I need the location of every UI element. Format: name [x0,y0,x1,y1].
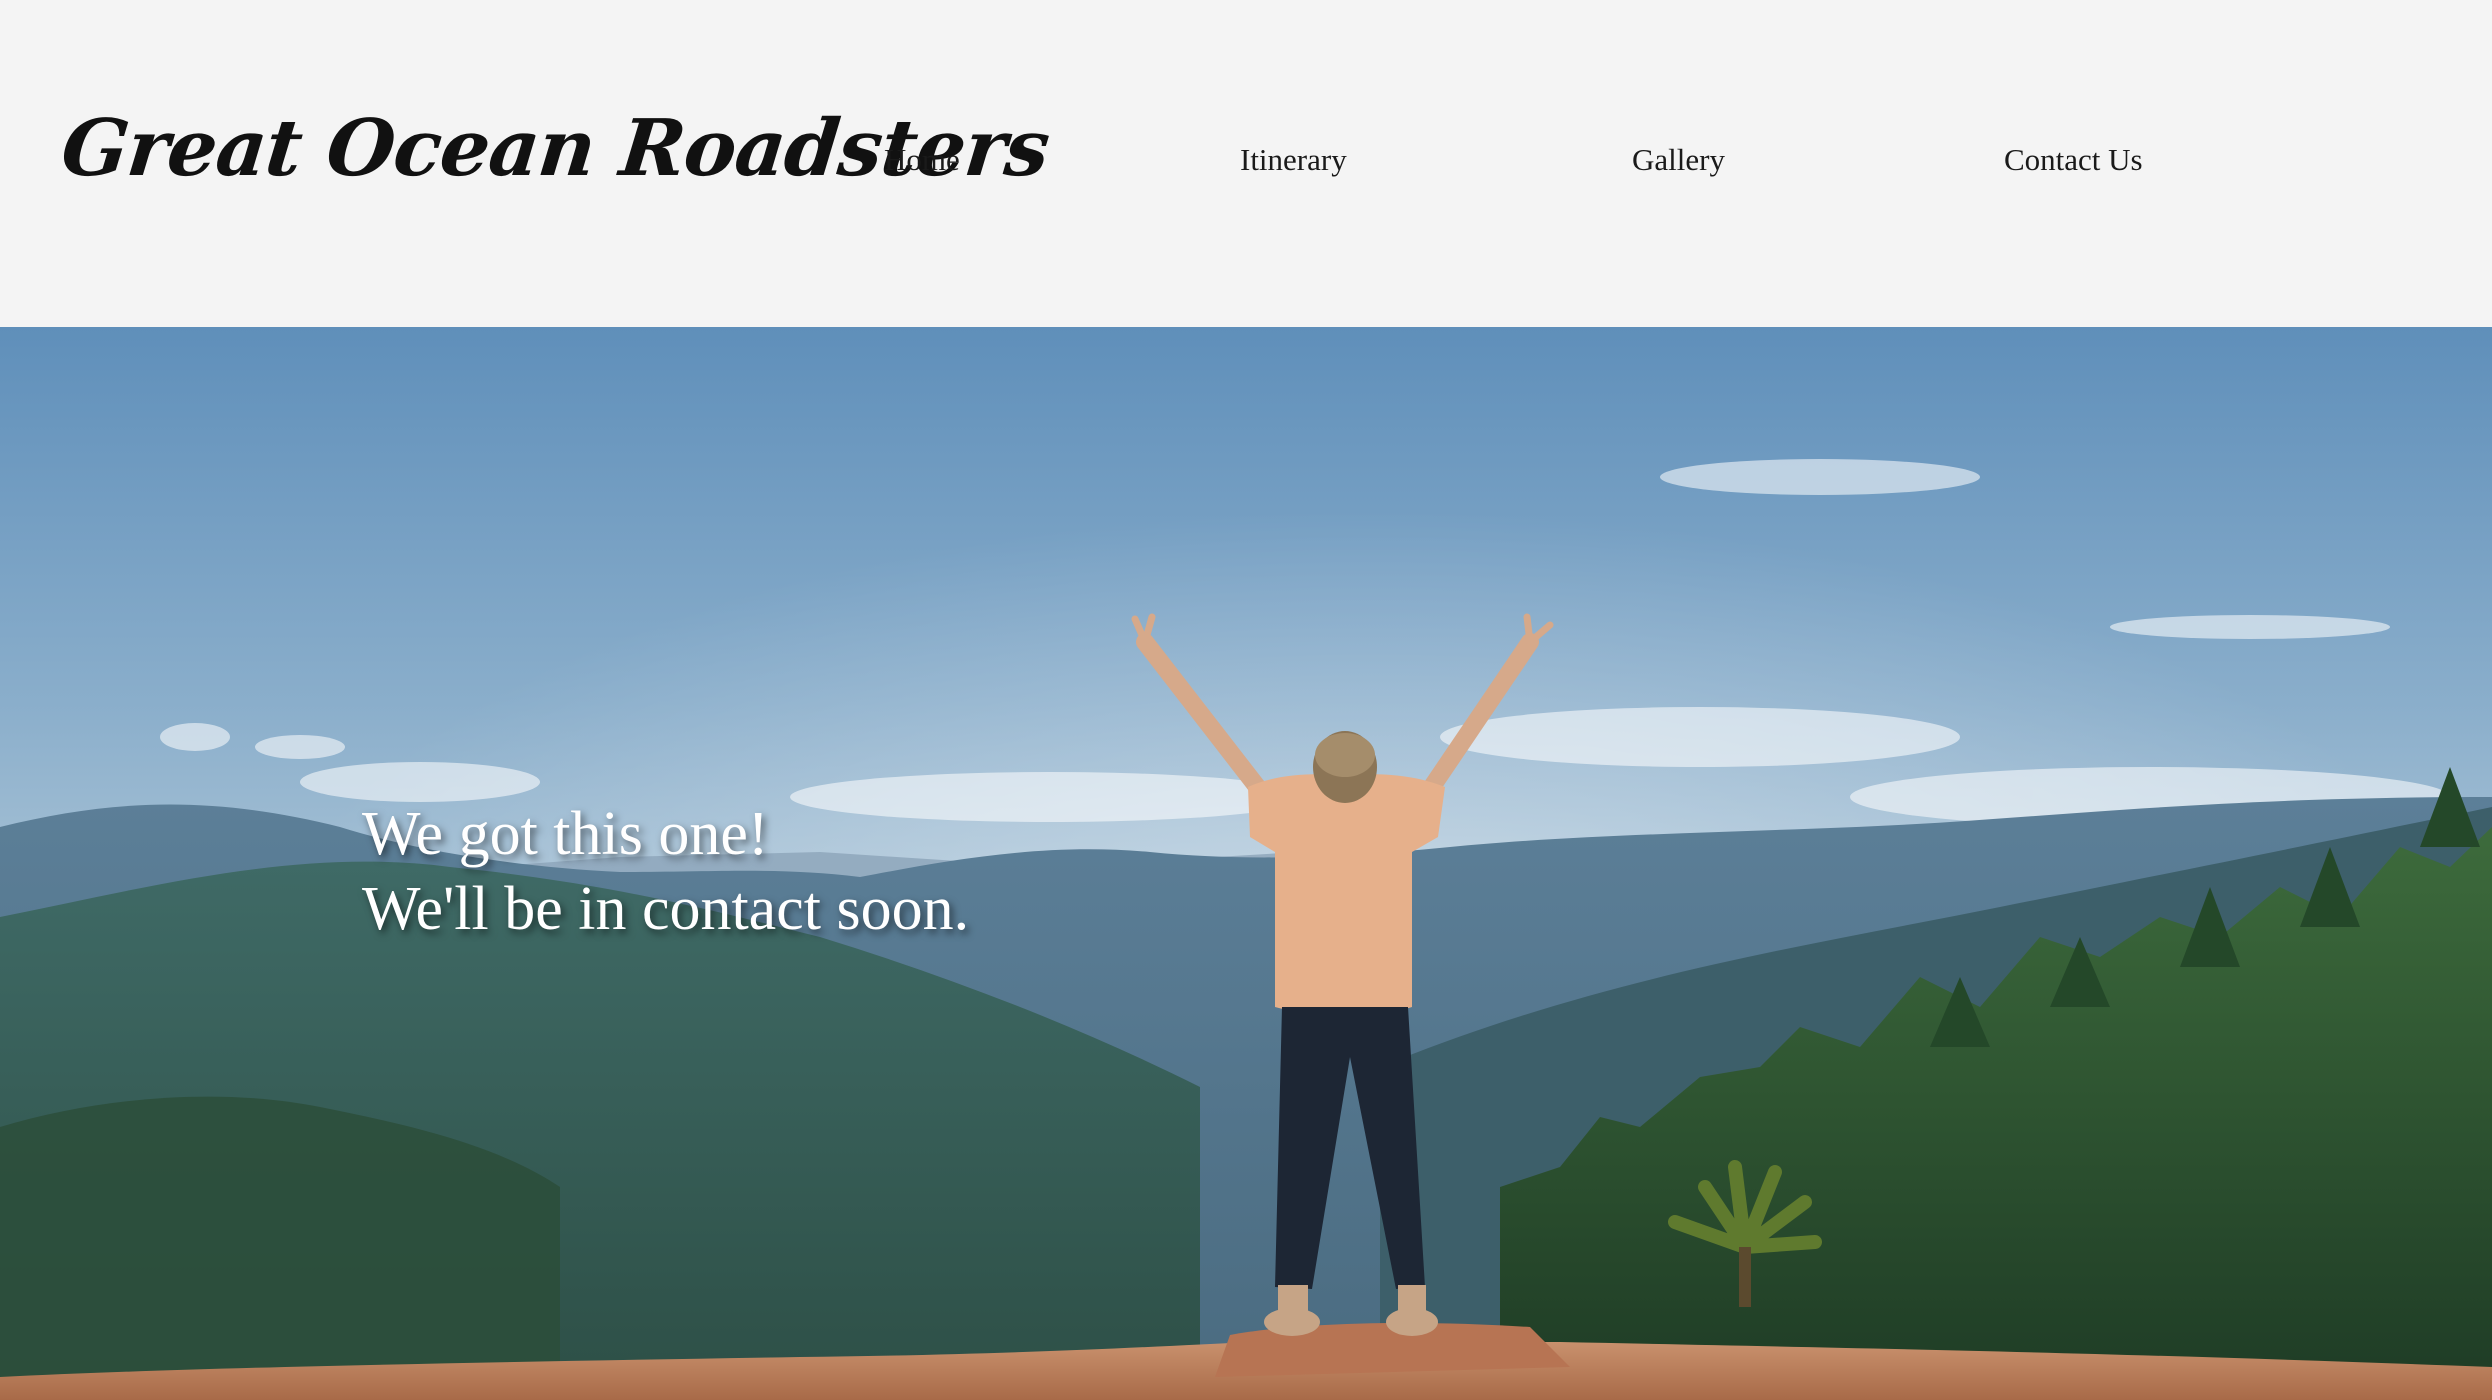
hero-message: We got this one! We'll be in contact soo… [362,797,969,947]
hero-line-2: We'll be in contact soon. [362,875,970,943]
site-header: Great Ocean Roadsters Home Itinerary Gal… [0,0,2492,327]
nav-link-contact-us[interactable]: Contact Us [2004,140,2143,180]
nav-link-home[interactable]: Home [884,140,960,180]
nav-link-gallery[interactable]: Gallery [1632,140,1725,180]
hero-line-1: We got this one! [362,800,769,868]
nav-link-itinerary[interactable]: Itinerary [1240,140,1347,180]
hero-section: We got this one! We'll be in contact soo… [0,327,2492,1400]
